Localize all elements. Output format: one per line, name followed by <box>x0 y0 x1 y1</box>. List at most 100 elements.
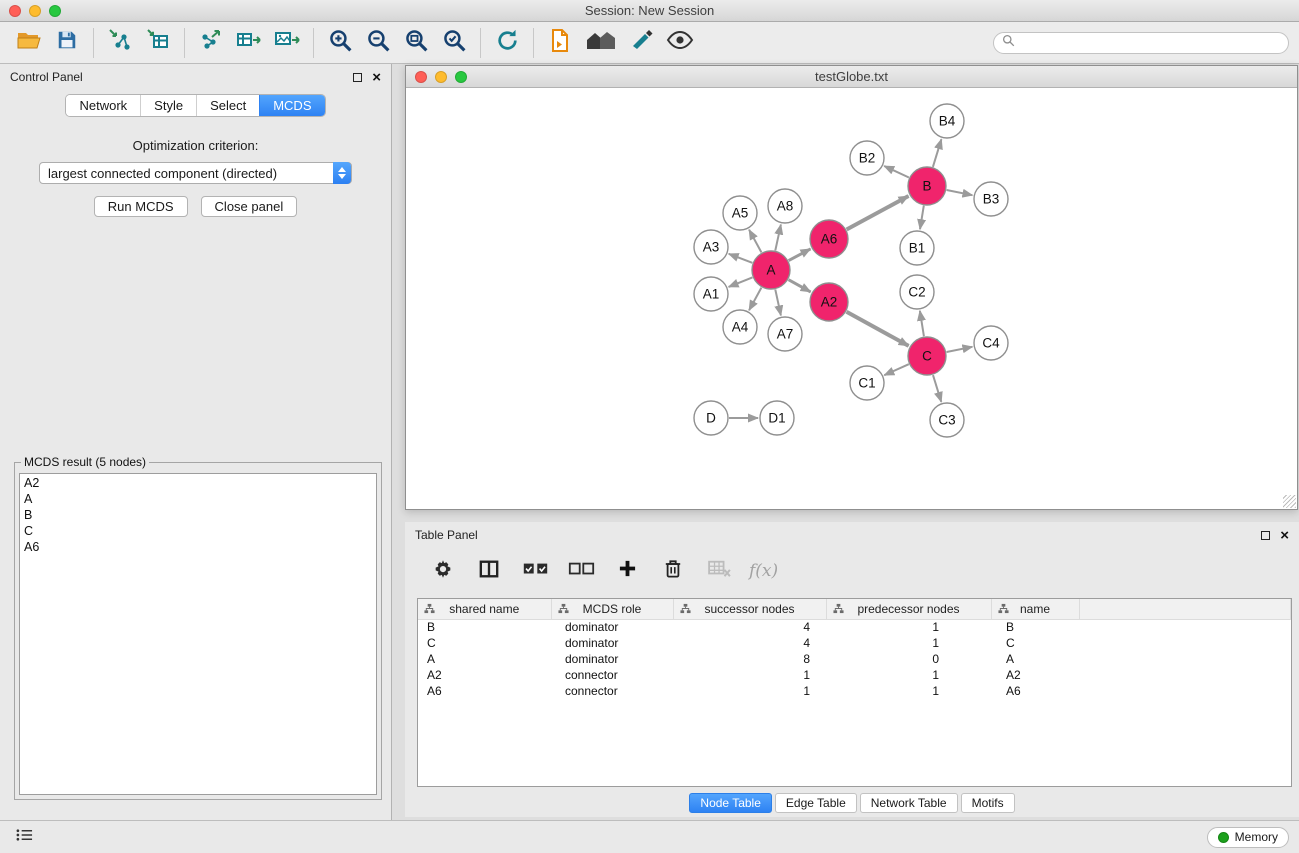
float-table-panel-button[interactable] <box>1261 531 1270 540</box>
graph-edge-B-B2[interactable] <box>884 166 909 178</box>
resize-grip[interactable] <box>1283 495 1296 508</box>
tab-motifs[interactable]: Motifs <box>961 793 1015 813</box>
graph-node-C2[interactable]: C2 <box>900 275 934 309</box>
tab-edge-table[interactable]: Edge Table <box>775 793 857 813</box>
tab-node-table[interactable]: Node Table <box>689 793 772 813</box>
search-input[interactable] <box>1020 36 1280 50</box>
show-hide-button[interactable] <box>661 26 699 60</box>
graph-node-D[interactable]: D <box>694 401 728 435</box>
run-mcds-button[interactable]: Run MCDS <box>94 196 188 217</box>
column-header-predecessor-nodes[interactable]: predecessor nodes <box>826 599 991 619</box>
close-window-button[interactable] <box>9 5 21 17</box>
graph-node-D1[interactable]: D1 <box>760 401 794 435</box>
graph-edge-A-A8[interactable] <box>775 225 781 251</box>
export-table-button[interactable] <box>230 26 268 60</box>
zoom-window-button[interactable] <box>49 5 61 17</box>
graph-edge-C-C2[interactable] <box>920 311 924 336</box>
graph-node-B[interactable]: B <box>908 167 946 205</box>
delete-column-button[interactable] <box>655 553 691 589</box>
graph-edge-B-B4[interactable] <box>933 139 942 167</box>
show-panels-button[interactable] <box>10 825 38 849</box>
graph-node-A1[interactable]: A1 <box>694 277 728 311</box>
mcds-result-item[interactable]: A <box>24 491 372 507</box>
graph-node-C4[interactable]: C4 <box>974 326 1008 360</box>
graph-node-B4[interactable]: B4 <box>930 104 964 138</box>
mcds-result-list[interactable]: A2ABCA6 <box>19 473 377 795</box>
graph-edge-A2-C[interactable] <box>847 312 909 346</box>
graph-node-C[interactable]: C <box>908 337 946 375</box>
table-row[interactable]: Adominator80A <box>418 651 1291 667</box>
graph-edge-A6-B[interactable] <box>847 196 909 230</box>
close-table-panel-button[interactable]: × <box>1280 528 1289 543</box>
graph-edge-C-C1[interactable] <box>884 364 909 375</box>
mcds-result-item[interactable]: A6 <box>24 539 372 555</box>
graph-node-B3[interactable]: B3 <box>974 182 1008 216</box>
tab-network-table[interactable]: Network Table <box>860 793 958 813</box>
graph-edge-A-A2[interactable] <box>789 280 811 292</box>
graph-edge-C-C3[interactable] <box>933 375 941 402</box>
graph-node-A4[interactable]: A4 <box>723 310 757 344</box>
home-overview-button[interactable] <box>579 26 623 60</box>
apply-style-button[interactable] <box>623 26 661 60</box>
graph-node-A8[interactable]: A8 <box>768 189 802 223</box>
graph-node-A6[interactable]: A6 <box>810 220 848 258</box>
graph-node-C3[interactable]: C3 <box>930 403 964 437</box>
graph-node-B1[interactable]: B1 <box>900 231 934 265</box>
graph-node-A[interactable]: A <box>752 251 790 289</box>
column-header-shared-name[interactable]: shared name <box>418 599 551 619</box>
zoom-out-button[interactable] <box>359 26 397 60</box>
float-panel-button[interactable] <box>353 73 362 82</box>
export-network-button[interactable] <box>192 26 230 60</box>
export-image-button[interactable] <box>268 26 306 60</box>
close-panel-icon-button[interactable]: × <box>372 70 381 85</box>
tab-network[interactable]: Network <box>66 95 140 116</box>
import-table-button[interactable] <box>139 26 177 60</box>
graph-node-A3[interactable]: A3 <box>694 230 728 264</box>
zoom-fit-button[interactable] <box>397 26 435 60</box>
graph-edge-B-B1[interactable] <box>920 206 924 230</box>
mcds-result-item[interactable]: B <box>24 507 372 523</box>
graph-edge-A-A7[interactable] <box>775 290 781 316</box>
tab-mcds[interactable]: MCDS <box>259 95 324 116</box>
import-network-button[interactable] <box>101 26 139 60</box>
graph-edge-A-A5[interactable] <box>749 230 761 253</box>
column-header-name[interactable]: name <box>991 599 1079 619</box>
close-network-window-button[interactable] <box>415 71 427 83</box>
minimize-network-window-button[interactable] <box>435 71 447 83</box>
zoom-selected-button[interactable] <box>435 26 473 60</box>
graph-node-A2[interactable]: A2 <box>810 283 848 321</box>
tab-style[interactable]: Style <box>140 95 196 116</box>
graph-node-B2[interactable]: B2 <box>850 141 884 175</box>
graph-edge-A-A1[interactable] <box>729 277 753 287</box>
table-row[interactable]: Cdominator41C <box>418 635 1291 651</box>
select-all-button[interactable] <box>517 553 553 589</box>
graph-node-C1[interactable]: C1 <box>850 366 884 400</box>
optimization-criterion-select[interactable]: largest connected component (directed) <box>39 162 352 184</box>
tab-select[interactable]: Select <box>196 95 259 116</box>
zoom-in-button[interactable] <box>321 26 359 60</box>
graph-edge-C-C4[interactable] <box>947 347 973 352</box>
memory-button[interactable]: Memory <box>1207 827 1289 848</box>
graph-node-A7[interactable]: A7 <box>768 317 802 351</box>
open-document-button[interactable] <box>541 26 579 60</box>
column-header-successor-nodes[interactable]: successor nodes <box>673 599 826 619</box>
column-header-mcds-role[interactable]: MCDS role <box>551 599 673 619</box>
function-builder-button[interactable]: f(x) <box>747 553 778 589</box>
graph-edge-A-A4[interactable] <box>749 288 761 311</box>
graph-edge-A-A3[interactable] <box>729 254 753 263</box>
open-file-button[interactable] <box>10 26 48 60</box>
save-session-button[interactable] <box>48 26 86 60</box>
mcds-result-item[interactable]: C <box>24 523 372 539</box>
table-settings-button[interactable] <box>425 553 461 589</box>
table-row[interactable]: A6connector11A6 <box>418 683 1291 699</box>
graph-edge-A-A6[interactable] <box>789 249 811 261</box>
minimize-window-button[interactable] <box>29 5 41 17</box>
close-panel-button[interactable]: Close panel <box>201 196 298 217</box>
network-canvas[interactable]: B4B2BB3A5A8A6B1A3AC2A1A2A4A7C4CC1C3DD1 <box>406 88 1297 509</box>
mcds-result-item[interactable]: A2 <box>24 475 372 491</box>
deselect-all-button[interactable] <box>563 553 599 589</box>
refresh-layout-button[interactable] <box>488 26 526 60</box>
delete-table-button[interactable] <box>701 553 737 589</box>
column-visibility-button[interactable] <box>471 553 507 589</box>
create-column-button[interactable] <box>609 553 645 589</box>
